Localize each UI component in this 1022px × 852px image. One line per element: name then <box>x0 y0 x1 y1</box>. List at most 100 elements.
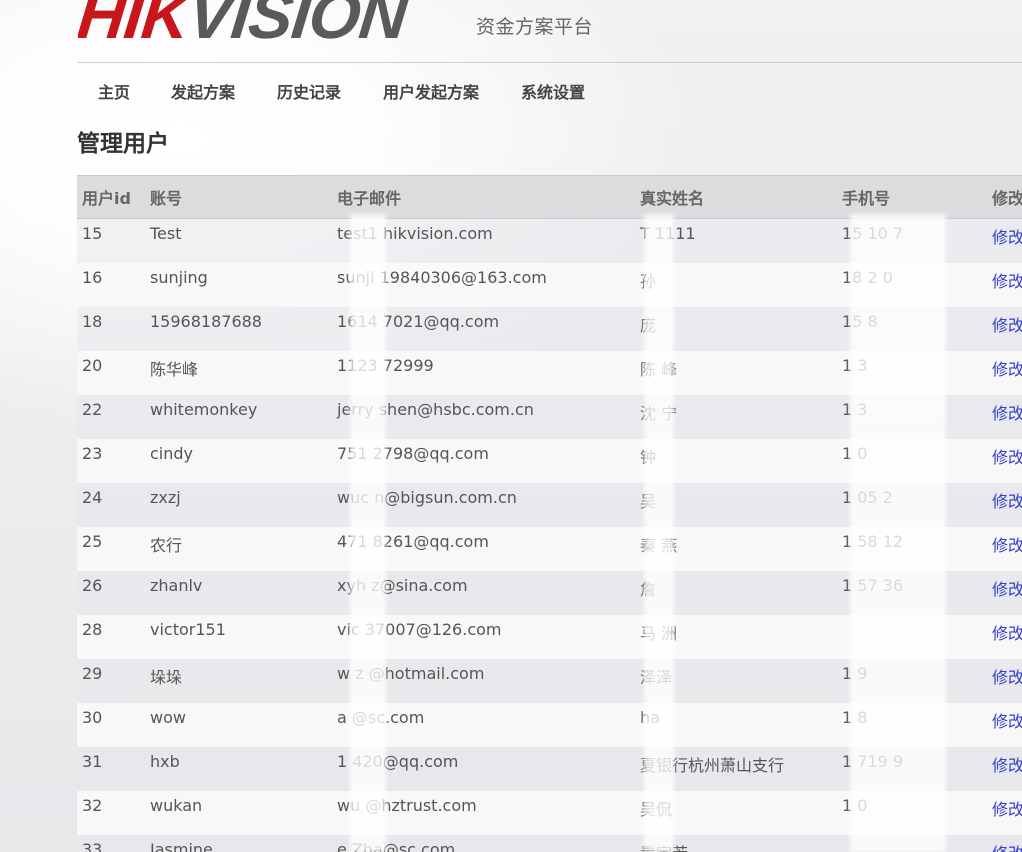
cell-account: 垛垛 <box>150 667 183 687</box>
cell-email: 471 8261@qq.com <box>337 531 489 551</box>
cell-real-name: 夏银行杭州萧山支行 <box>640 755 785 775</box>
edit-cell: 修改 <box>987 571 1022 615</box>
edit-link[interactable]: 修改 <box>992 316 1022 335</box>
table-row: 18 15968187688 1614 7021@qq.com 庞 15 8 修改 <box>77 306 1022 351</box>
edit-cell: 修改 <box>987 703 1022 747</box>
table-row: 30 wow a @sc.com ha 1 8 修改 <box>77 702 1022 747</box>
edit-link[interactable]: 修改 <box>992 536 1022 555</box>
edit-link[interactable]: 修改 <box>992 712 1022 731</box>
users-table: 用户id 账号 电子邮件 真实姓名 手机号 修改 15 Test test1 hik… <box>77 175 1022 852</box>
table-row: 22 whitemonkey jerry shen@hsbc.com.cn 沈 宁 1 … <box>77 394 1022 439</box>
cell-email: 1123 72999 <box>337 355 434 375</box>
table-body: 15 Test test1 hikvision.com T 1111 15 10 7 修改… <box>77 218 1022 852</box>
edit-cell: 修改 <box>987 835 1022 852</box>
cell-id: 30 <box>82 707 103 727</box>
edit-link[interactable]: 修改 <box>992 756 1022 775</box>
cell-account: 15968187688 <box>150 311 262 331</box>
edit-link[interactable]: 修改 <box>992 492 1022 511</box>
edit-link[interactable]: 修改 <box>992 844 1022 852</box>
cell-phone: 1 58 12 <box>842 531 904 551</box>
cell-real-name: 庞 <box>640 315 657 335</box>
cell-id: 15 <box>82 224 103 243</box>
cell-email: wuc n@bigsun.com.cn <box>337 487 517 507</box>
edit-cell: 修改 <box>987 659 1022 703</box>
column-header-edit: 修改 <box>992 189 1022 208</box>
column-header-email: 电子邮件 <box>337 189 402 208</box>
cell-phone: 1 3 <box>842 399 868 419</box>
edit-cell: 修改 <box>987 351 1022 395</box>
cell-phone: 1 0 <box>842 795 868 815</box>
cell-phone: 18 2 0 <box>842 267 893 287</box>
cell-account: hxb <box>150 751 180 771</box>
cell-phone: 1 0 <box>842 443 868 463</box>
cell-real-name: 責宇若 <box>635 835 837 852</box>
edit-cell: 修改 <box>987 615 1022 659</box>
table-row: 32 wukan wu @hztrust.com 吴侃 1 0 修改 <box>77 790 1022 835</box>
cell-real-name: 钟 <box>640 447 657 467</box>
cell-real-name: 秦 燕 <box>640 535 678 555</box>
edit-link[interactable]: 修改 <box>992 624 1022 643</box>
cell-phone: 1 9 <box>842 663 868 683</box>
nav-item-history[interactable]: 历史记录 <box>277 79 341 103</box>
edit-link[interactable]: 修改 <box>992 228 1022 247</box>
column-header-real-name: 真实姓名 <box>640 189 705 208</box>
column-header-id: 用户id <box>82 189 131 208</box>
cell-email: vic 37007@126.com <box>337 619 502 639</box>
nav-item-settings[interactable]: 系统设置 <box>521 79 585 103</box>
cell-real-name: 孙 <box>640 271 657 291</box>
edit-link[interactable]: 修改 <box>992 448 1022 467</box>
nav-item-create-plan[interactable]: 发起方案 <box>171 79 235 103</box>
table-row: 20 陈华峰 1123 72999 陈 峰 1 3 修改 <box>77 350 1022 395</box>
cell-phone <box>837 835 987 852</box>
table-row: 28 victor151 vic 37007@126.com 马 洲 修改 <box>77 614 1022 659</box>
cell-account: wukan <box>150 795 203 815</box>
cell-account: cindy <box>150 443 194 463</box>
cell-id: 32 <box>82 795 103 815</box>
cell-phone <box>837 615 987 659</box>
table-row: 26 zhanlv xyh z@sina.com 詹 1 57 36 修改 <box>77 570 1022 615</box>
cell-real-name: 泽泽 <box>640 667 673 687</box>
cell-real-name: 吴 <box>640 491 657 511</box>
nav-item-home[interactable]: 主页 <box>98 79 130 103</box>
edit-cell: 修改 <box>987 263 1022 307</box>
table-row: 29 垛垛 w z @hotmail.com 泽泽 1 9 修改 <box>77 658 1022 703</box>
edit-link[interactable]: 修改 <box>992 580 1022 599</box>
cell-account: Test <box>150 224 182 243</box>
cell-account: sunjing <box>150 267 208 287</box>
cell-id: 18 <box>82 311 103 331</box>
cell-phone: 1 719 9 <box>842 751 904 771</box>
edit-cell: 修改 <box>987 395 1022 439</box>
edit-cell: 修改 <box>987 219 1022 263</box>
cell-id: 23 <box>82 443 103 463</box>
cell-phone: 1 3 <box>842 355 868 375</box>
cell-id: 16 <box>82 267 103 287</box>
cell-real-name: 詹 <box>640 579 657 599</box>
platform-title: 资金方案平台 <box>476 16 594 38</box>
edit-link[interactable]: 修改 <box>992 360 1022 379</box>
cell-id: 22 <box>82 399 103 419</box>
cell-id: 29 <box>82 663 103 683</box>
cell-account: 陈华峰 <box>150 359 199 379</box>
edit-link[interactable]: 修改 <box>992 668 1022 687</box>
cell-real-name: 沈 宁 <box>640 403 678 423</box>
page-title: 管理用户 <box>77 131 169 157</box>
edit-cell: 修改 <box>987 791 1022 835</box>
hikvision-logo: HIKVISION <box>78 0 458 42</box>
edit-link[interactable]: 修改 <box>992 272 1022 291</box>
table-header-row: 用户id 账号 电子邮件 真实姓名 手机号 修改 <box>77 175 1022 219</box>
table-row: 24 zxzj wuc n@bigsun.com.cn 吴 1 05 2 修改 <box>77 482 1022 527</box>
column-header-phone: 手机号 <box>842 189 891 208</box>
cell-email: a @sc.com <box>337 707 425 727</box>
edit-link[interactable]: 修改 <box>992 404 1022 423</box>
nav-item-user-plans[interactable]: 用户发起方案 <box>383 79 479 103</box>
table-row: 16 sunjing sunji 19840306@163.com 孙 18 2 0 修改 <box>77 262 1022 307</box>
cell-email: jerry shen@hsbc.com.cn <box>337 399 534 419</box>
cell-real-name: T 1111 <box>640 224 696 243</box>
cell-phone: 1 57 36 <box>842 575 904 595</box>
cell-real-name: 陈 峰 <box>640 359 678 379</box>
table-row: 33 Jasmine e.Zha@sc.com 責宇若修改 <box>77 834 1022 852</box>
cell-email: 751 2798@qq.com <box>337 443 489 463</box>
cell-id: 25 <box>82 531 103 551</box>
edit-link[interactable]: 修改 <box>992 800 1022 819</box>
logo-gray-part: VISION <box>184 0 411 42</box>
